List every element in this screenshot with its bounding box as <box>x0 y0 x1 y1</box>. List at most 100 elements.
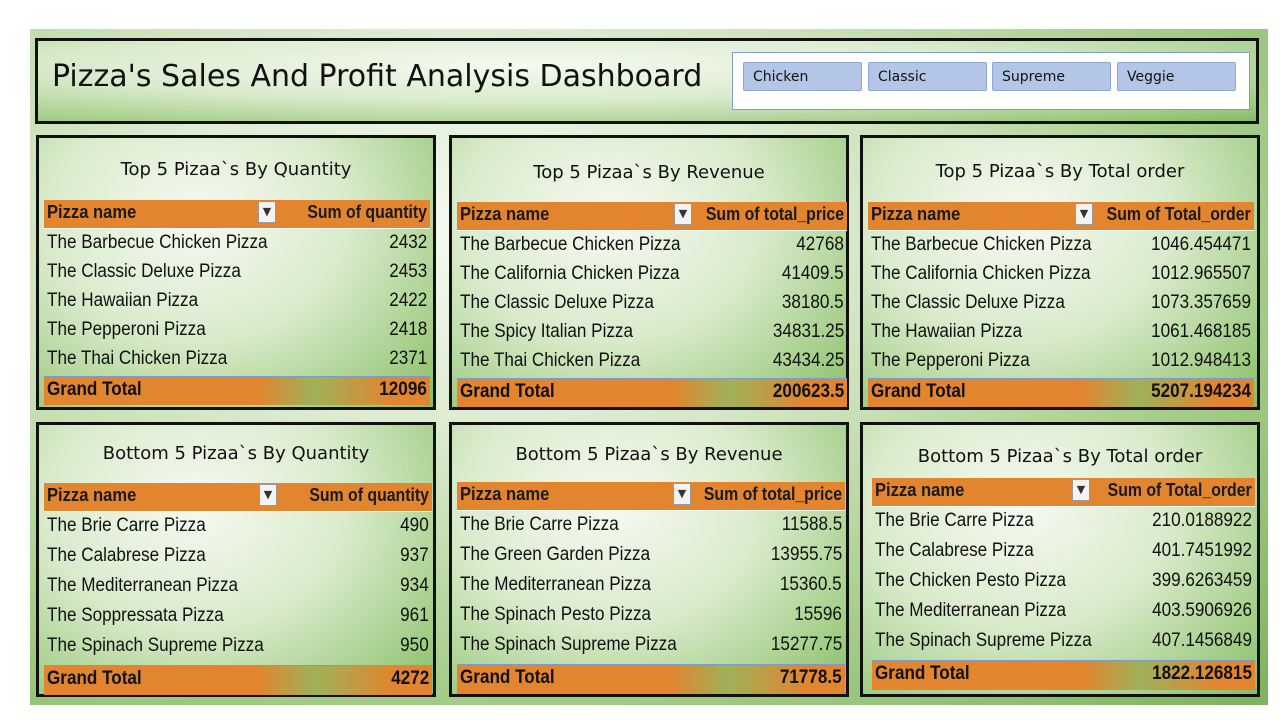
panel-top5-total-order: Top 5 Pizaa`s By Total order Pizza name … <box>860 135 1260 410</box>
row-value: 1012.965507 <box>1151 263 1251 284</box>
panel-top5-revenue: Top 5 Pizaa`s By Revenue Pizza name ▼ Su… <box>449 135 849 410</box>
column-header-pizza-name: Pizza name <box>47 485 137 505</box>
column-header-value: Sum of Total_order <box>1106 204 1251 224</box>
table-row: The Hawaiian Pizza 1061.468185 <box>868 320 1254 349</box>
pivot-header-row: Pizza name ▼ Sum of total_price <box>457 482 845 511</box>
filter-dropdown-icon[interactable]: ▼ <box>258 201 276 223</box>
table-row: The Spicy Italian Pizza 34831.25 <box>457 320 847 349</box>
row-value: 934 <box>400 575 429 596</box>
row-value: 11588.5 <box>781 514 842 535</box>
grand-total-label: Grand Total <box>875 663 970 684</box>
pivot-table: Pizza name ▼ Sum of quantity The Barbecu… <box>44 200 430 405</box>
pivot-header-row: Pizza name ▼ Sum of Total_order <box>872 478 1255 507</box>
row-name: The Brie Carre Pizza <box>460 514 619 535</box>
row-value: 2422 <box>388 290 427 311</box>
row-name: The Spinach Supreme Pizza <box>47 635 264 656</box>
row-name: The Hawaiian Pizza <box>871 321 1023 342</box>
slicer-button-supreme[interactable]: Supreme <box>992 62 1111 91</box>
pivot-table: Pizza name ▼ Sum of Total_order The Barb… <box>868 202 1254 407</box>
panel-bottom5-revenue: Bottom 5 Pizaa`s By Revenue Pizza name ▼… <box>449 422 849 697</box>
row-name: The Classic Deluxe Pizza <box>460 292 654 313</box>
table-row: The Spinach Supreme Pizza 15277.75 <box>457 633 845 663</box>
row-value: 490 <box>400 515 429 536</box>
grand-total-row: Grand Total 1822.126815 <box>872 660 1255 690</box>
column-header-pizza-name: Pizza name <box>460 484 550 504</box>
row-name: The Spinach Supreme Pizza <box>875 630 1092 651</box>
row-value: 1073.357659 <box>1151 292 1251 313</box>
pivot-header-row: Pizza name ▼ Sum of Total_order <box>868 202 1254 231</box>
row-name: The Spinach Pesto Pizza <box>460 604 652 625</box>
pivot-header-row: Pizza name ▼ Sum of quantity <box>44 483 432 512</box>
grand-total-row: Grand Total 12096 <box>44 376 430 405</box>
row-name: The Chicken Pesto Pizza <box>875 570 1067 591</box>
row-value: 2371 <box>388 348 427 369</box>
table-row: The Spinach Supreme Pizza 407.1456849 <box>872 629 1255 659</box>
row-value: 15277.75 <box>770 634 842 655</box>
table-row: The Barbecue Chicken Pizza 42768 <box>457 233 847 262</box>
grand-total-row: Grand Total 5207.194234 <box>868 378 1254 407</box>
table-row: The California Chicken Pizza 1012.965507 <box>868 262 1254 291</box>
table-row: The Classic Deluxe Pizza 2453 <box>44 260 430 289</box>
row-name: The Hawaiian Pizza <box>47 290 199 311</box>
pivot-table: Pizza name ▼ Sum of total_price The Brie… <box>457 482 845 694</box>
grand-total-value: 200623.5 <box>772 381 844 402</box>
panel-title: Top 5 Pizaa`s By Quantity <box>120 159 352 180</box>
row-value: 2453 <box>388 261 427 282</box>
row-value: 41409.5 <box>782 263 844 284</box>
row-name: The Mediterranean Pizza <box>875 600 1067 621</box>
row-name: The Thai Chicken Pizza <box>47 348 228 369</box>
row-name: The Brie Carre Pizza <box>875 510 1034 531</box>
table-row: The Calabrese Pizza 401.7451992 <box>872 539 1255 569</box>
panel-title: Bottom 5 Pizaa`s By Total order <box>917 446 1203 467</box>
filter-dropdown-icon[interactable]: ▼ <box>674 203 692 225</box>
slicer-button-classic[interactable]: Classic <box>868 62 987 91</box>
table-row: The Mediterranean Pizza 403.5906926 <box>872 599 1255 629</box>
row-name: The Brie Carre Pizza <box>47 515 206 536</box>
grand-total-label: Grand Total <box>871 381 966 402</box>
pizza-category-slicer: Chicken Classic Supreme Veggie <box>732 52 1250 110</box>
row-value: 403.5906926 <box>1152 600 1252 621</box>
grand-total-value: 4272 <box>390 668 429 689</box>
grand-total-label: Grand Total <box>460 381 555 402</box>
panel-bottom5-quantity: Bottom 5 Pizaa`s By Quantity Pizza name … <box>36 422 436 697</box>
filter-dropdown-icon[interactable]: ▼ <box>1075 203 1093 225</box>
row-value: 38180.5 <box>782 292 844 313</box>
row-value: 2418 <box>388 319 427 340</box>
slicer-button-veggie[interactable]: Veggie <box>1117 62 1236 91</box>
row-name: The California Chicken Pizza <box>460 263 680 284</box>
table-row: The Barbecue Chicken Pizza 1046.454471 <box>868 233 1254 262</box>
row-value: 961 <box>400 605 429 626</box>
pivot-table: Pizza name ▼ Sum of quantity The Brie Ca… <box>44 483 432 695</box>
row-name: The Mediterranean Pizza <box>460 574 652 595</box>
table-row: The Barbecue Chicken Pizza 2432 <box>44 231 430 260</box>
filter-dropdown-icon[interactable]: ▼ <box>673 483 691 505</box>
row-name: The Pepperoni Pizza <box>871 350 1030 371</box>
slicer-button-chicken[interactable]: Chicken <box>743 62 862 91</box>
column-header-pizza-name: Pizza name <box>47 202 137 222</box>
grand-total-label: Grand Total <box>460 667 555 688</box>
grand-total-value: 71778.5 <box>780 667 842 688</box>
row-value: 34831.25 <box>772 321 844 342</box>
column-header-value: Sum of total_price <box>705 204 844 224</box>
row-name: The California Chicken Pizza <box>871 263 1091 284</box>
row-value: 399.6263459 <box>1152 570 1252 591</box>
row-name: The Mediterranean Pizza <box>47 575 239 596</box>
filter-dropdown-icon[interactable]: ▼ <box>259 484 277 506</box>
row-name: The Calabrese Pizza <box>875 540 1034 561</box>
row-value: 15596 <box>794 604 842 625</box>
panel-title: Top 5 Pizaa`s By Total order <box>935 161 1185 182</box>
row-value: 210.0188922 <box>1152 510 1252 531</box>
table-row: The Classic Deluxe Pizza 1073.357659 <box>868 291 1254 320</box>
table-row: The Spinach Supreme Pizza 950 <box>44 634 432 664</box>
column-header-value: Sum of total_price <box>703 484 842 504</box>
grand-total-row: Grand Total 200623.5 <box>457 378 847 407</box>
row-name: The Barbecue Chicken Pizza <box>47 232 268 253</box>
table-row: The California Chicken Pizza 41409.5 <box>457 262 847 291</box>
filter-dropdown-icon[interactable]: ▼ <box>1072 479 1090 501</box>
column-header-value: Sum of quantity <box>307 202 427 222</box>
row-name: The Barbecue Chicken Pizza <box>460 234 681 255</box>
row-name: The Barbecue Chicken Pizza <box>871 234 1092 255</box>
row-value: 42768 <box>796 234 844 255</box>
pivot-header-row: Pizza name ▼ Sum of total_price <box>457 202 847 231</box>
column-header-value: Sum of Total_order <box>1107 480 1252 500</box>
